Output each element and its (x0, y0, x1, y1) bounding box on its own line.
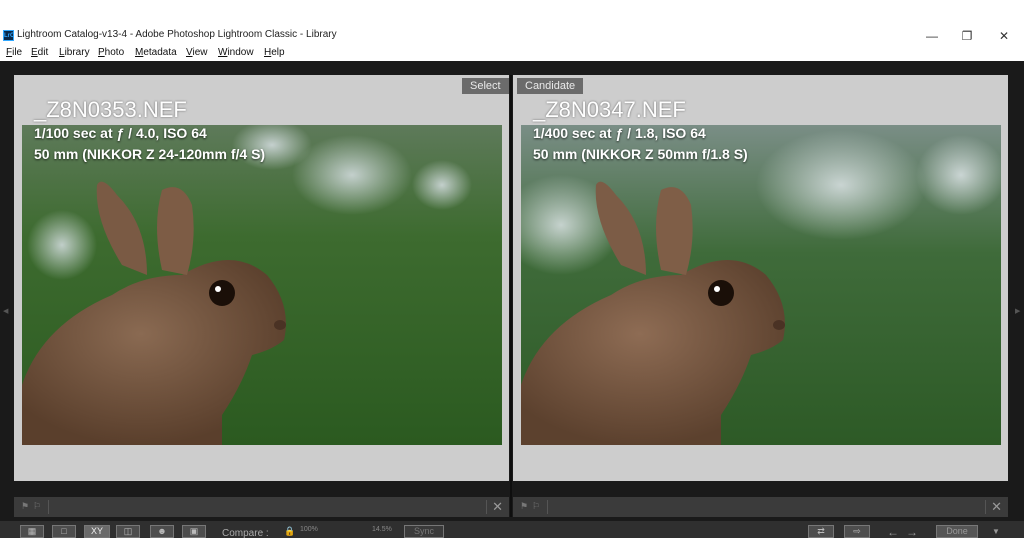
menu-view[interactable]: View (186, 47, 208, 58)
menu-metadata[interactable]: Metadata (135, 47, 177, 58)
select-filename: _Z8N0353.NEF (34, 97, 187, 122)
zoom-fit-label: 14.5% (372, 526, 392, 533)
survey-view-icon[interactable]: ◫ (116, 525, 140, 538)
make-select-icon[interactable]: ⇨ (844, 525, 870, 538)
chevron-down-icon[interactable]: ▼ (992, 527, 1000, 536)
candidate-pane[interactable]: Candidate _Z8N0347.NEF 1/400 sec at ƒ / … (513, 75, 1008, 481)
select-lens-info: 50 mm (NIKKOR Z 24-120mm f/4 S) (34, 146, 266, 162)
menu-photo[interactable]: Photo (98, 47, 124, 58)
restore-button[interactable]: ❐ (955, 28, 979, 44)
candidate-lens-info: 50 mm (NIKKOR Z 50mm f/1.8 S) (533, 146, 748, 162)
menu-file[interactable]: File (6, 47, 22, 58)
lock-icon[interactable]: 🔒 (284, 526, 295, 537)
rabbit-photo-candidate (521, 125, 1001, 445)
right-panel-toggle-icon[interactable]: ▶ (1015, 307, 1020, 315)
done-button[interactable]: Done (936, 525, 978, 538)
flag-separator (547, 500, 548, 514)
menu-library[interactable]: Library (59, 47, 90, 58)
compare-workarea: ◀ ▶ Select _Z8N0353.NEF 1/100 sec at ƒ /… (0, 61, 1024, 539)
flag-separator (486, 500, 487, 514)
bottom-toolbar: ▦ □ XY ◫ ☻ ▣ Compare : 🔒 100% 14.5% Sync… (0, 521, 1024, 539)
window-titlebar: LrC Lightroom Catalog-v13-4 - Adobe Phot… (0, 26, 1024, 46)
candidate-photo[interactable] (521, 125, 1001, 445)
flag-separator (985, 500, 986, 514)
flag-reject-icon[interactable]: ⚐ (33, 501, 42, 511)
swap-icon[interactable]: ⇄ (808, 525, 834, 538)
loupe-view-icon[interactable]: □ (52, 525, 76, 538)
candidate-filename: _Z8N0347.NEF (533, 97, 686, 122)
left-panel-toggle-icon[interactable]: ◀ (3, 307, 8, 315)
compare-view-button[interactable]: XY (84, 525, 110, 538)
candidate-badge: Candidate (517, 78, 584, 94)
menu-bar: File Edit Library Photo Metadata View Wi… (0, 46, 1024, 61)
close-icon[interactable]: ✕ (991, 499, 1002, 515)
menu-help[interactable]: Help (264, 47, 285, 58)
flag-pick-icon[interactable]: ⚑ (520, 501, 529, 511)
menu-window[interactable]: Window (218, 47, 254, 58)
impromptu-slideshow-icon[interactable]: ▣ (182, 525, 206, 538)
close-window-button[interactable]: ✕ (992, 28, 1016, 44)
flag-separator (48, 500, 49, 514)
flag-pick-icon[interactable]: ⚑ (21, 501, 30, 511)
sync-button[interactable]: Sync (404, 525, 444, 538)
flag-reject-icon[interactable]: ⚐ (532, 501, 541, 511)
menu-edit[interactable]: Edit (31, 47, 48, 58)
minimize-button[interactable]: — (920, 28, 944, 44)
grid-view-icon[interactable]: ▦ (20, 525, 44, 538)
select-photo[interactable] (22, 125, 502, 445)
lightroom-app-icon: LrC (3, 30, 14, 41)
close-icon[interactable]: ✕ (492, 499, 503, 515)
select-pane[interactable]: Select _Z8N0353.NEF 1/100 sec at ƒ / 4.0… (14, 75, 509, 481)
pane-divider (510, 75, 512, 517)
rabbit-photo-select (22, 125, 502, 445)
zoom-100-label: 100% (300, 526, 318, 533)
window-title: Lightroom Catalog-v13-4 - Adobe Photosho… (17, 29, 337, 40)
people-view-icon[interactable]: ☻ (150, 525, 174, 538)
select-badge: Select (462, 78, 509, 94)
compare-label: Compare : (222, 528, 269, 539)
arrow-right-icon[interactable]: → (906, 525, 918, 539)
candidate-exposure-info: 1/400 sec at ƒ / 1.8, ISO 64 (533, 125, 706, 141)
select-flag-bar: ⚑ ⚐ ✕ (14, 497, 509, 517)
candidate-flag-bar: ⚑ ⚐ ✕ (513, 497, 1008, 517)
select-exposure-info: 1/100 sec at ƒ / 4.0, ISO 64 (34, 125, 207, 141)
arrow-left-icon[interactable]: ← (887, 525, 899, 539)
